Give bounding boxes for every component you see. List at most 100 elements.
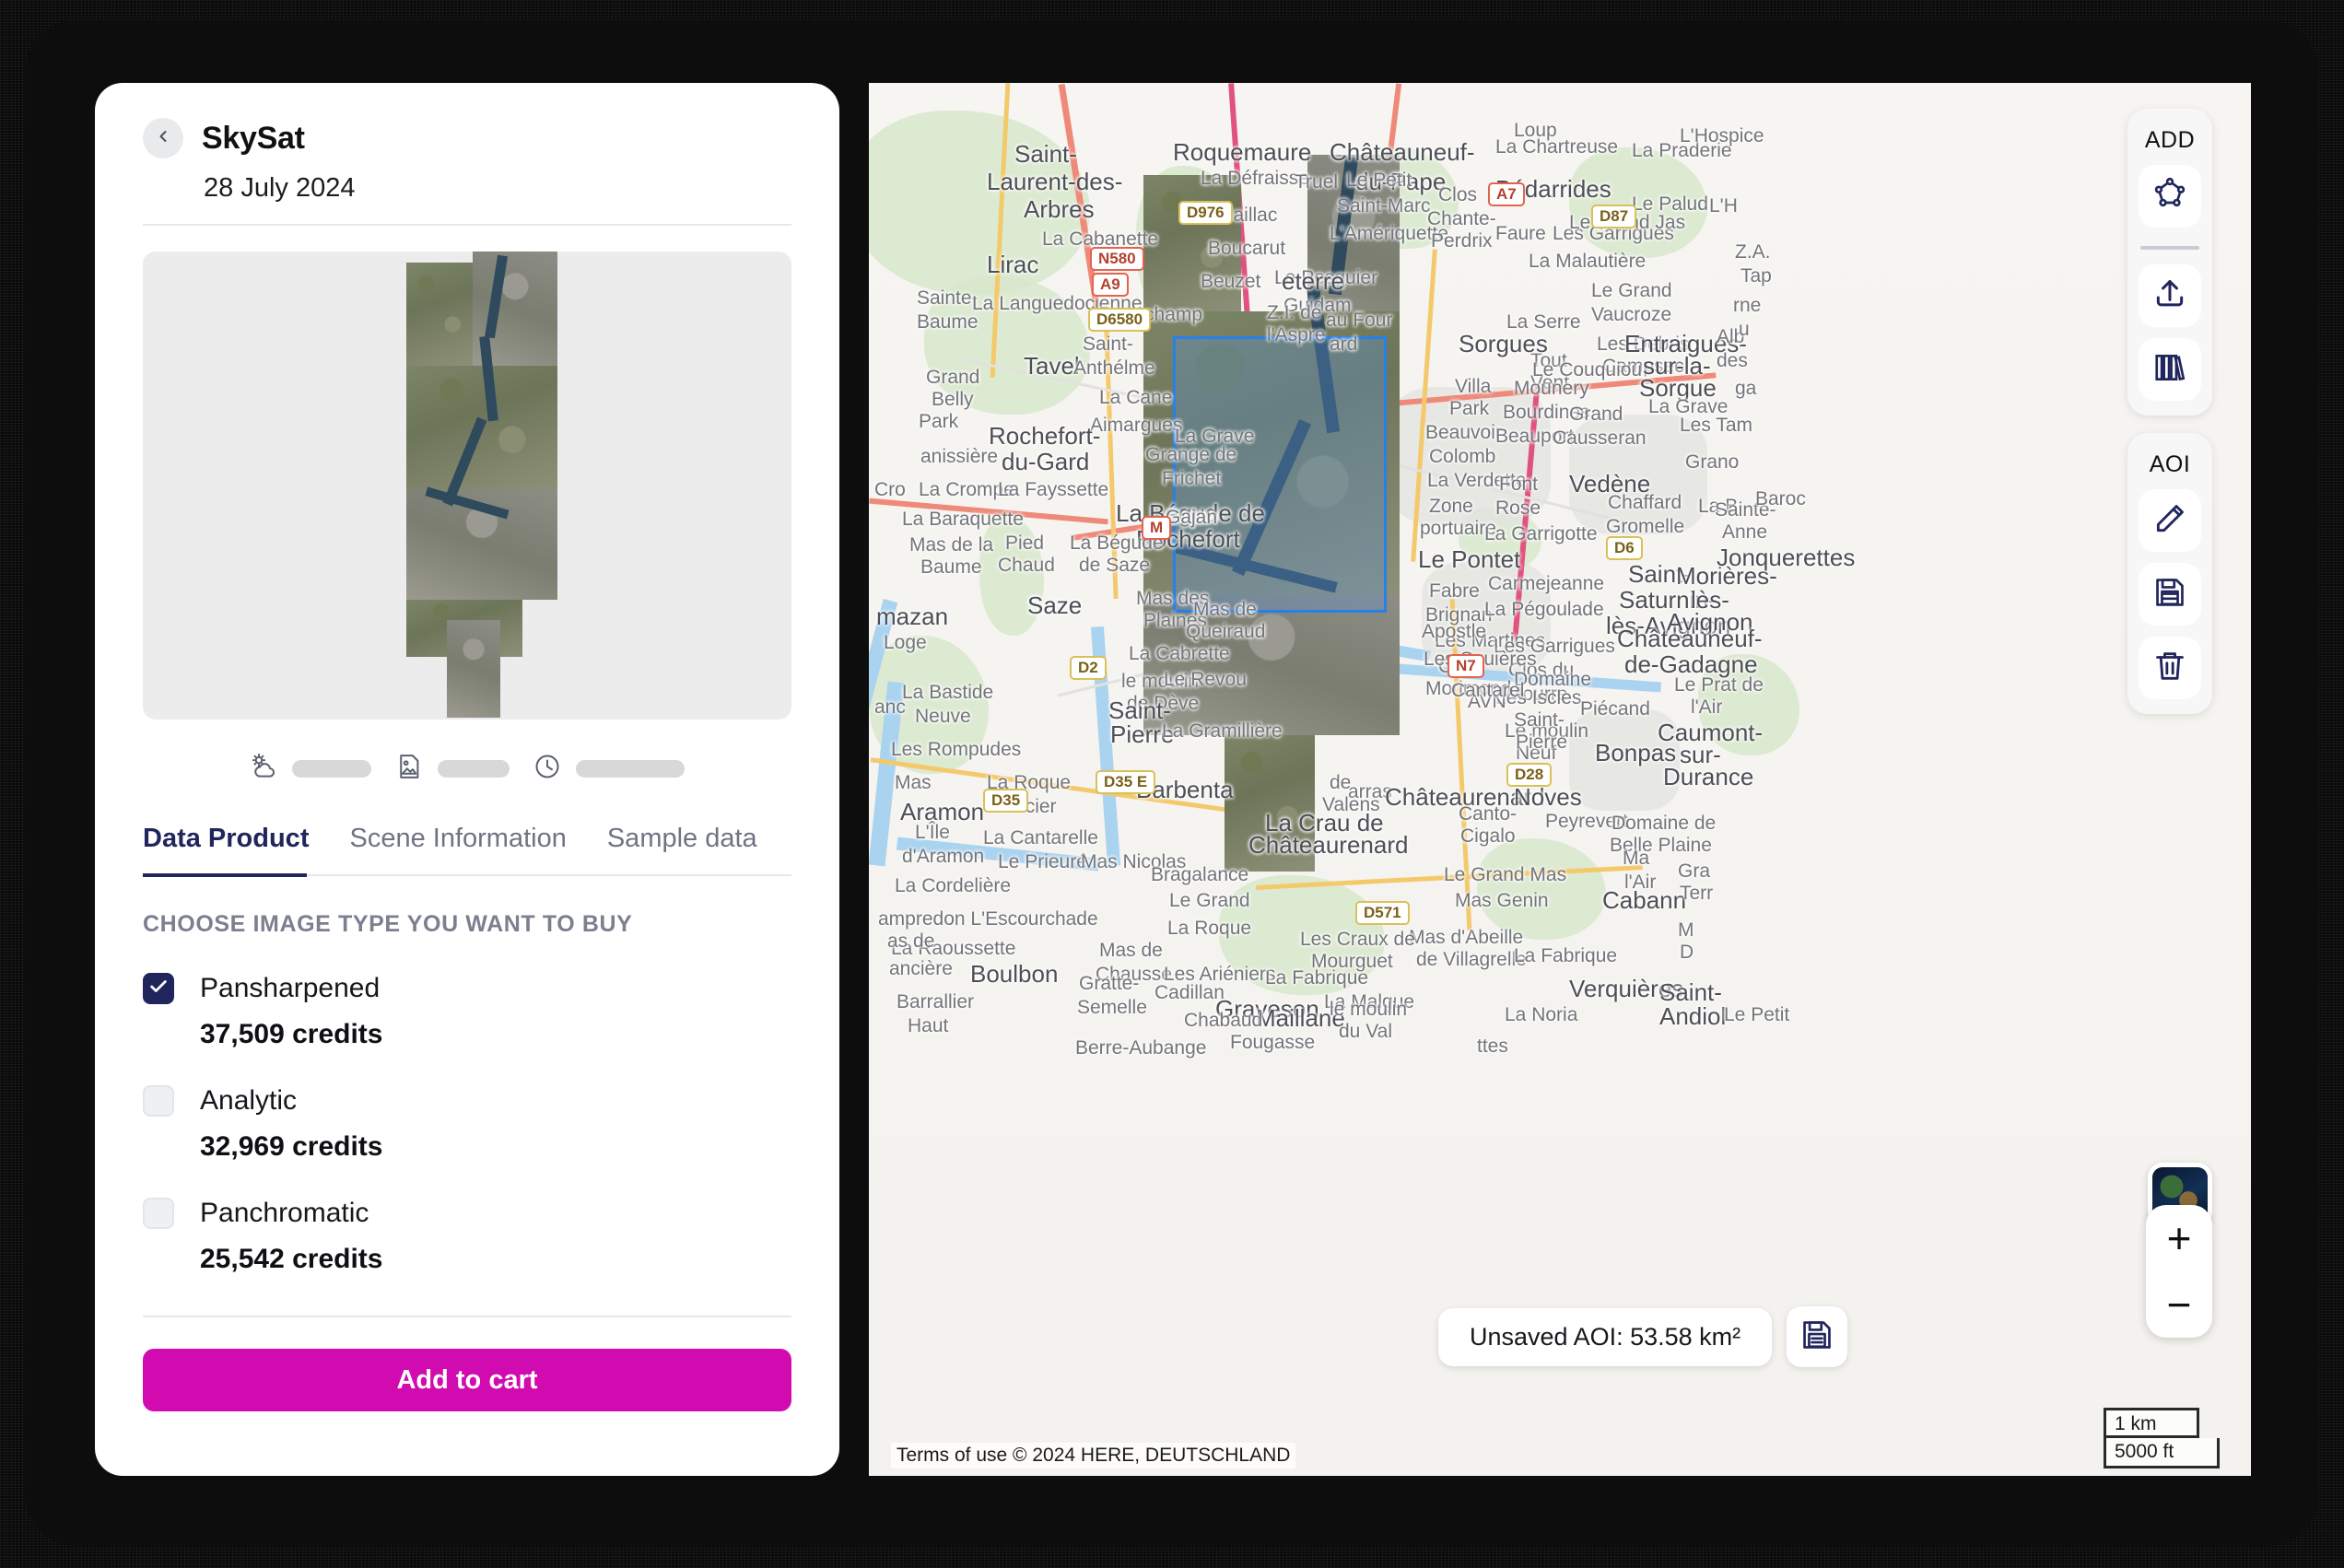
map-label: Piécand xyxy=(1580,698,1650,720)
map-label: Carmejeanne xyxy=(1488,573,1605,594)
pencil-icon xyxy=(2152,501,2187,541)
map-label: Noves xyxy=(1514,783,1582,811)
header-divider xyxy=(143,224,791,226)
app-root: SkySat 28 July 2024 Data Product Scene I… xyxy=(0,0,2344,1568)
edit-aoi-button[interactable] xyxy=(2139,489,2201,552)
map-attribution: Terms of use © 2024 HERE, DEUTSCHLAND xyxy=(891,1443,1296,1469)
map-label: Park xyxy=(919,411,959,432)
map-label: Berre-Aubange xyxy=(1075,1037,1207,1059)
back-button[interactable] xyxy=(143,118,183,158)
map-label: Park xyxy=(1449,398,1490,419)
polygon-draw-icon xyxy=(2152,177,2187,216)
map-label: Domaine de xyxy=(1612,813,1717,834)
map-label: de Villagrelle xyxy=(1416,949,1527,970)
panel-header: SkySat xyxy=(143,118,791,158)
map-label: au Four xyxy=(1326,310,1393,331)
map-label: ard xyxy=(1330,333,1358,355)
map-label: L'Hospice xyxy=(1680,125,1764,146)
map-label: Vaucroze xyxy=(1591,304,1672,325)
upload-icon xyxy=(2152,276,2187,316)
map-label: Grano xyxy=(1685,451,1740,473)
save-floppy-icon xyxy=(1799,1317,1834,1357)
map-label: Baume xyxy=(920,556,982,578)
map-label: eterre xyxy=(1282,267,1344,295)
option-pansharpened[interactable]: Pansharpened 37,509 credits xyxy=(143,973,791,1050)
map-label: Canto- xyxy=(1459,803,1518,825)
checkbox-pansharpened[interactable] xyxy=(143,973,174,1004)
map-canvas[interactable]: Saint- Laurent-des- Arbres La Cabanette Roqu… xyxy=(869,83,2251,1476)
cloud-sun-icon xyxy=(250,753,277,785)
map-label: La Bastide xyxy=(902,682,994,703)
map-label: ampredon L'Escourchade xyxy=(878,908,1098,930)
tab-data-product[interactable]: Data Product xyxy=(143,824,309,874)
map-label: le moulin xyxy=(1330,999,1408,1020)
map-label: Saint- xyxy=(1014,140,1077,168)
map-label: M xyxy=(1678,919,1694,941)
tab-sample-data[interactable]: Sample data xyxy=(607,824,757,874)
image-icon xyxy=(395,753,423,785)
map-label: de xyxy=(1330,772,1352,793)
save-aoi-button[interactable] xyxy=(2139,563,2201,626)
option-analytic[interactable]: Analytic 32,969 credits xyxy=(143,1085,791,1163)
checkbox-panchromatic[interactable] xyxy=(143,1198,174,1229)
map-label: Chaffard xyxy=(1608,492,1682,513)
map-label: Rose xyxy=(1495,497,1541,519)
zoom-in-button[interactable]: + xyxy=(2146,1205,2212,1271)
map-label: Anne xyxy=(1722,521,1768,543)
upload-aoi-button[interactable] xyxy=(2139,264,2201,327)
road-shield: N580 xyxy=(1090,247,1144,271)
draw-polygon-button[interactable] xyxy=(2139,165,2201,228)
map-label: La Baraquette xyxy=(902,509,1024,530)
map-label: l'Aspre xyxy=(1267,324,1326,345)
meta-value-placeholder xyxy=(576,760,685,778)
map-label: Cadillan xyxy=(1154,982,1225,1003)
add-toolbar-title: ADD xyxy=(2144,127,2196,153)
map-label: Mas d'Abeille xyxy=(1409,927,1524,948)
map-label: Ma xyxy=(1623,848,1650,869)
zoom-out-button[interactable]: − xyxy=(2146,1271,2212,1338)
map-label: Boucarut xyxy=(1208,238,1286,259)
map-label: Fabre xyxy=(1429,580,1480,602)
map-label: La Gramillière xyxy=(1162,720,1283,742)
delete-aoi-button[interactable] xyxy=(2139,637,2201,699)
map-label: Saint- xyxy=(1514,709,1565,731)
add-toolbar: ADD xyxy=(2127,109,2212,415)
map-label: Les Craux de xyxy=(1300,929,1415,950)
tab-scene-information[interactable]: Scene Information xyxy=(349,824,566,874)
map-label: La Cabrette xyxy=(1129,643,1230,664)
map-label: L'H xyxy=(1709,195,1738,216)
map-label: as de xyxy=(887,930,935,952)
map-label: Mas Genin xyxy=(1455,890,1549,911)
add-to-cart-button[interactable]: Add to cart xyxy=(143,1349,791,1411)
map-label: Belly xyxy=(932,389,974,410)
section-title: CHOOSE IMAGE TYPE YOU WANT TO BUY xyxy=(143,911,633,937)
map-label: l'Air xyxy=(1691,696,1723,718)
map-label: Arbres xyxy=(1024,195,1095,223)
aoi-area-label: Unsaved AOI: 53.58 km² xyxy=(1438,1307,1773,1366)
map-label: Apostle xyxy=(1422,621,1487,642)
scale-metric: 1 km xyxy=(2104,1408,2199,1438)
option-panchromatic[interactable]: Panchromatic 25,542 credits xyxy=(143,1198,791,1275)
map-label: Pierre xyxy=(1516,731,1568,753)
trash-icon xyxy=(2152,649,2187,688)
map-label: Baume xyxy=(917,311,979,333)
road-shield: D87 xyxy=(1591,205,1637,228)
tabs-underline xyxy=(143,873,791,877)
map-label: Le Petit xyxy=(1346,170,1412,191)
map-label: l'Air xyxy=(1624,872,1657,893)
map-label: Le Pontet xyxy=(1418,545,1521,573)
option-price: 25,542 credits xyxy=(200,1244,383,1274)
map-label: Zone xyxy=(1429,496,1473,517)
library-button[interactable] xyxy=(2139,338,2201,401)
map-label: Loup xyxy=(1514,120,1557,141)
map-label: Tavel xyxy=(1024,352,1080,380)
map-label: Saint-Marc xyxy=(1337,195,1431,216)
map-label: Le Revou xyxy=(1164,669,1247,690)
map-label: Beauvoir xyxy=(1425,422,1502,443)
checkbox-analytic[interactable] xyxy=(143,1085,174,1117)
map-label: Grange de xyxy=(1145,444,1237,465)
map-label: Domaine xyxy=(1514,669,1592,690)
aoi-save-button[interactable] xyxy=(1787,1306,1848,1367)
page-title: SkySat xyxy=(202,120,305,156)
map-label: ga xyxy=(1735,378,1757,399)
